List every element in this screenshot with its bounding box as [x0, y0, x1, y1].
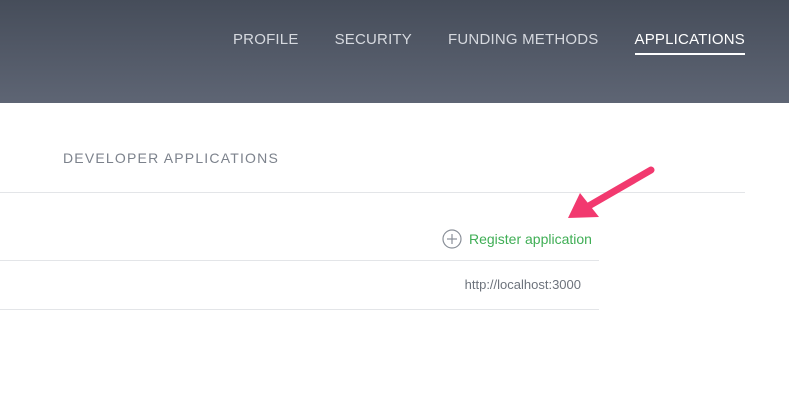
account-nav: PROFILE SECURITY FUNDING METHODS APPLICA… [233, 31, 745, 55]
section-title: DEVELOPER APPLICATIONS [63, 150, 279, 166]
annotation-arrow [568, 166, 655, 218]
application-url[interactable]: http://localhost:3000 [465, 277, 581, 292]
tab-funding-methods[interactable]: FUNDING METHODS [448, 31, 599, 55]
tab-profile[interactable]: PROFILE [233, 31, 299, 55]
tab-applications[interactable]: APPLICATIONS [634, 31, 745, 55]
list-divider [0, 309, 599, 310]
tab-security[interactable]: SECURITY [335, 31, 412, 55]
list-divider [0, 260, 599, 261]
top-header: PROFILE SECURITY FUNDING METHODS APPLICA… [0, 0, 789, 103]
plus-circle-icon [442, 229, 462, 249]
